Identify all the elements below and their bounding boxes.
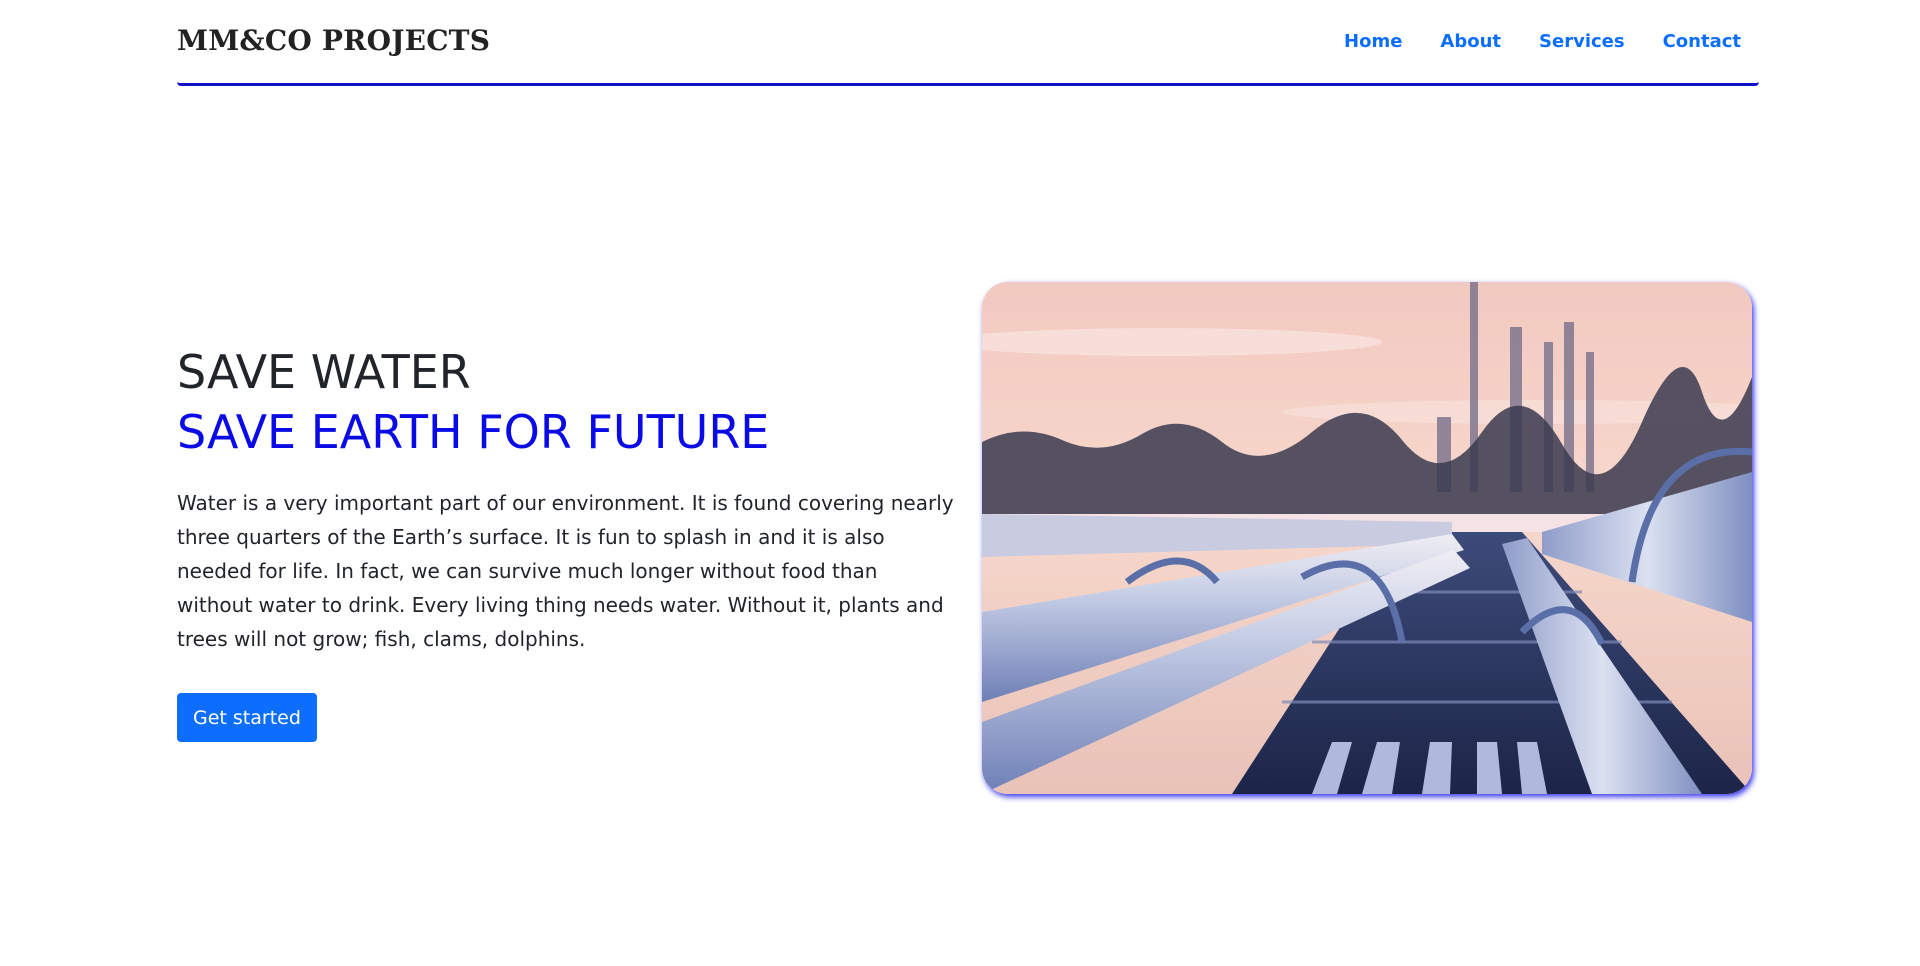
hero-text: SAVE WATER SAVE EARTH FOR FUTURE Water i… [177,342,957,656]
navbar: MM&CO PROJECTS Home About Services Conta… [177,0,1759,86]
hero-title-line1: SAVE WATER [177,345,471,399]
nav-contact[interactable]: Contact [1663,31,1741,52]
nav-services[interactable]: Services [1539,31,1625,52]
brand-logo[interactable]: MM&CO PROJECTS [177,24,490,57]
nav-about[interactable]: About [1440,31,1501,52]
hero-title-line2: SAVE EARTH FOR FUTURE [177,405,770,459]
hero-paragraph: Water is a very important part of our en… [177,491,954,651]
hero-image-pipeline [982,282,1752,794]
nav-home[interactable]: Home [1344,31,1402,52]
get-started-button[interactable]: Get started [177,693,317,742]
pipeline-photo-illustration [982,282,1752,794]
main-nav: Home About Services Contact [1344,31,1741,52]
